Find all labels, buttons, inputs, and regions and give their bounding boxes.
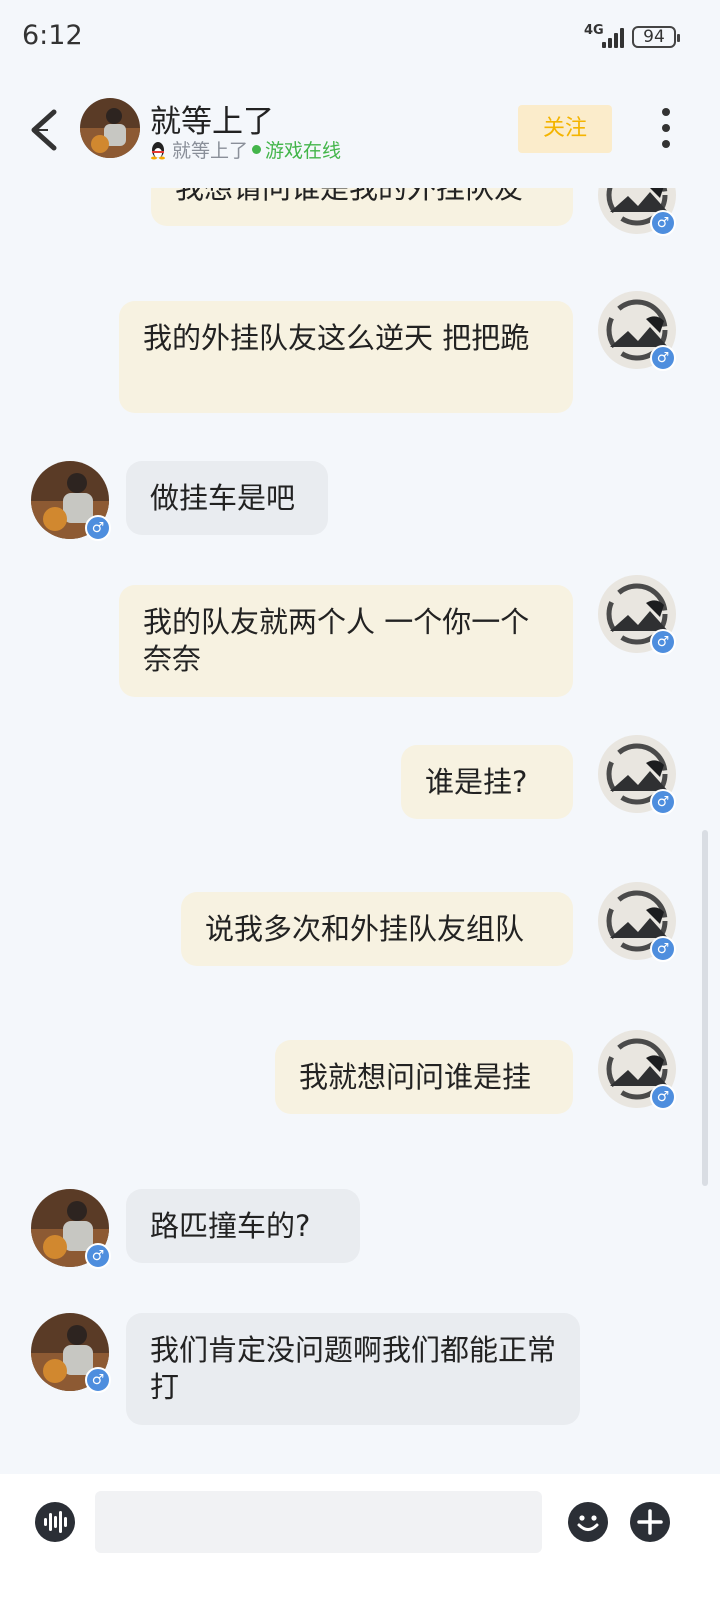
male-icon: ♂ [85,515,111,541]
qq-penguin-icon [151,141,165,159]
emoji-icon[interactable] [568,1502,608,1542]
battery-icon: 94 [632,26,680,48]
chat-header: 就等上了 就等上了 游戏在线 关注 [0,78,720,188]
network-type: 4G [584,23,604,38]
male-icon: ♂ [650,936,676,962]
plus-icon[interactable] [630,1502,670,1542]
message-bubble[interactable]: 路匹撞车的? [126,1189,360,1263]
message-row: 我想请问谁是我的外挂队友 ♂ [0,188,720,236]
input-bar [0,1474,720,1600]
contact-avatar[interactable] [80,98,140,158]
status-bar: 6:12 4G 94 [0,0,720,78]
message-list[interactable]: 我想请问谁是我的外挂队友 ♂ 我的外挂队友这么逆天 把把跪 ♂ 做挂车是吧 ♂ 我的队友就两… [0,188,720,1474]
subtitle-name: 就等上了 [172,140,249,162]
message-input[interactable] [95,1491,542,1553]
signal-icon [602,26,628,48]
message-row: 我的队友就两个人 一个你一个奈奈 ♂ [0,575,720,697]
follow-button[interactable]: 关注 [518,105,612,153]
message-bubble[interactable]: 我想请问谁是我的外挂队友 [151,188,573,226]
battery-level: 94 [643,27,665,47]
status-time: 6:12 [22,20,83,51]
contact-status: 就等上了 游戏在线 [150,136,341,163]
male-icon: ♂ [650,345,676,371]
male-icon: ♂ [85,1367,111,1393]
male-icon: ♂ [650,210,676,236]
online-status: 游戏在线 [265,140,342,162]
male-icon: ♂ [650,629,676,655]
message-bubble[interactable]: 我的队友就两个人 一个你一个奈奈 [119,585,573,697]
message-bubble[interactable]: 做挂车是吧 [126,461,328,535]
message-row: 我的外挂队友这么逆天 把把跪 ♂ [0,291,720,413]
message-row: 我就想问问谁是挂 ♂ [0,1030,720,1114]
message-bubble[interactable]: 谁是挂? [401,745,573,819]
back-arrow-icon[interactable] [26,106,66,154]
male-icon: ♂ [650,1084,676,1110]
message-row: 路匹撞车的? ♂ [0,1189,720,1269]
voice-icon[interactable] [35,1502,75,1542]
contact-name: 就等上了 [150,104,274,140]
online-dot-icon [252,145,262,154]
message-row: 说我多次和外挂队友组队 ♂ [0,882,720,966]
message-row: 谁是挂? ♂ [0,735,720,819]
message-bubble[interactable]: 我就想问问谁是挂 [275,1040,573,1114]
message-bubble[interactable]: 说我多次和外挂队友组队 [181,892,573,966]
message-bubble[interactable]: 我的外挂队友这么逆天 把把跪 [119,301,573,413]
male-icon: ♂ [650,789,676,815]
more-vertical-icon[interactable] [658,108,674,148]
scrollbar[interactable] [702,830,708,1186]
message-row: 做挂车是吧 ♂ [0,461,720,541]
message-bubble[interactable]: 我们肯定没问题啊我们都能正常打 [126,1313,580,1425]
male-icon: ♂ [85,1243,111,1269]
message-row: 我们肯定没问题啊我们都能正常打 ♂ [0,1313,720,1425]
